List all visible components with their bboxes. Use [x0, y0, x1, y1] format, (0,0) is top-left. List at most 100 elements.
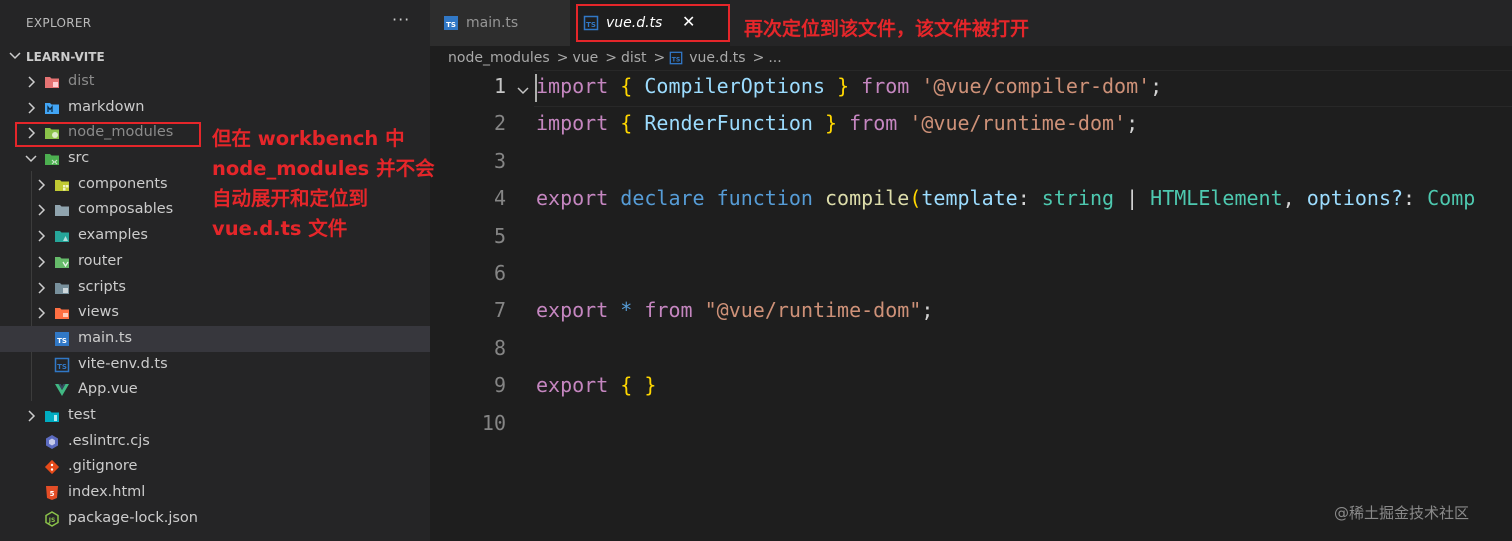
tree-item-label: composables: [78, 201, 174, 218]
code-text: export { }: [536, 373, 657, 398]
chevron-down-icon: [25, 155, 37, 163]
tree-item-label: markdown: [68, 98, 145, 115]
tab-main-ts[interactable]: TS main.ts: [430, 0, 570, 46]
code-line[interactable]: 6: [430, 257, 1512, 294]
code-line[interactable]: 8: [430, 332, 1512, 369]
workspace-root-label: LEARN-VITE: [26, 50, 105, 64]
code-text: import { RenderFunction } from '@vue/run…: [536, 111, 1139, 136]
nodejs-file-icon: JS: [45, 510, 59, 527]
chevron-right-icon: >: [653, 50, 666, 66]
code-text: import { CompilerOptions } from '@vue/co…: [536, 74, 1163, 98]
annotation-line: node_modules 并不会: [212, 157, 435, 180]
annotation-line: 但在 workbench 中: [212, 127, 405, 150]
tree-item-label: index.html: [68, 484, 146, 500]
tree-item-index-html[interactable]: 5 index.html: [0, 480, 430, 506]
tree-item-main-ts[interactable]: TS main.ts: [0, 325, 430, 352]
tree-item-gitignore[interactable]: .gitignore: [0, 454, 430, 480]
svg-text:TS: TS: [57, 363, 67, 371]
code-line[interactable]: 7 export * from "@vue/runtime-dom";: [430, 294, 1512, 331]
folder-examples-icon: [55, 231, 69, 243]
line-number: 8: [493, 335, 506, 360]
folder-router-icon: [55, 256, 69, 268]
line-number: 3: [493, 148, 506, 173]
tree-item-package-lock[interactable]: JS package-lock.json: [0, 506, 430, 532]
svg-text:5: 5: [50, 490, 55, 498]
highlight-box-node-modules: [15, 122, 201, 147]
workspace-root[interactable]: LEARN-VITE: [0, 46, 430, 68]
tree-item-eslintrc[interactable]: .eslintrc.cjs: [0, 429, 430, 455]
code-line[interactable]: 3: [430, 145, 1512, 182]
annotation-line: vue.d.ts 文件: [212, 217, 348, 240]
chevron-right-icon: [38, 281, 46, 294]
breadcrumb-item[interactable]: node_modules: [448, 50, 550, 66]
chevron-right-icon: [38, 230, 46, 242]
breadcrumb-symbol[interactable]: ...: [768, 50, 781, 66]
more-actions-button[interactable]: ···: [392, 10, 410, 29]
tab-label: main.ts: [466, 15, 519, 31]
tree-item-dist[interactable]: dist: [0, 69, 430, 95]
line-number: 6: [493, 261, 506, 285]
tree-item-router[interactable]: router: [0, 249, 430, 275]
line-number: 7: [493, 298, 506, 323]
folder-markdown-icon: [45, 102, 59, 114]
html-file-icon: 5: [46, 486, 58, 500]
chevron-right-icon: [38, 256, 46, 268]
tree-item-label: .eslintrc.cjs: [68, 432, 150, 449]
tree-item-label: examples: [78, 227, 148, 244]
folder-components-icon: [55, 179, 69, 191]
tree-item-label: views: [78, 304, 119, 321]
breadcrumb: node_modules > vue > dist > TS vue.d.ts > ..…: [448, 47, 785, 69]
tree-item-views[interactable]: views: [0, 300, 430, 326]
tree-item-vite-env[interactable]: TS vite-env.d.ts: [0, 352, 430, 378]
tree-item-scripts[interactable]: scripts: [0, 275, 430, 301]
code-line[interactable]: 1 import { CompilerOptions } from '@vue/…: [430, 70, 1512, 107]
code-line[interactable]: 9 export { }: [430, 369, 1512, 406]
chevron-right-icon: [38, 179, 46, 191]
folder-composables-icon: [55, 205, 69, 217]
watermark: @稀土掘金技术社区: [1334, 504, 1470, 522]
svg-text:TS: TS: [446, 21, 456, 29]
tree-item-label: components: [78, 175, 168, 192]
typescript-file-icon: TS: [55, 331, 69, 346]
tree-item-test[interactable]: test: [0, 403, 430, 429]
svg-text:JS: JS: [48, 517, 56, 524]
line-number: 9: [493, 373, 506, 398]
explorer-header: EXPLORER ···: [0, 0, 430, 46]
line-number: 4: [493, 186, 506, 211]
chevron-down-icon: [9, 52, 21, 60]
breadcrumb-item[interactable]: dist: [621, 50, 647, 66]
code-line[interactable]: 10: [430, 407, 1512, 444]
code-line[interactable]: 2 import { RenderFunction } from '@vue/r…: [430, 107, 1512, 144]
typescript-file-icon: TS: [444, 16, 458, 30]
tree-item-markdown[interactable]: markdown: [0, 95, 430, 121]
line-number: 2: [493, 111, 506, 136]
breadcrumb-item[interactable]: vue: [572, 50, 598, 66]
folder-src-icon: [45, 154, 59, 166]
folder-scripts-icon: [55, 282, 69, 294]
chevron-right-icon: [38, 204, 46, 216]
tree-item-label: scripts: [78, 278, 126, 295]
chevron-right-icon: [28, 76, 36, 88]
annotation-side-note: 但在 workbench 中 node_modules 并不会 自动展开和定位到…: [212, 124, 435, 244]
breadcrumb-file[interactable]: vue.d.ts: [689, 50, 745, 66]
tree-item-label: main.ts: [78, 329, 133, 346]
line-number: 10: [481, 410, 506, 435]
code-line[interactable]: 5: [430, 220, 1512, 257]
tree-item-label: test: [68, 406, 96, 423]
chevron-right-icon: >: [556, 50, 569, 66]
annotation-tab-note: 再次定位到该文件，该文件被打开: [744, 18, 1030, 40]
line-number: 1: [493, 74, 506, 98]
tree-item-label: App.vue: [78, 381, 138, 398]
tree-item-label: vite-env.d.ts: [78, 355, 168, 372]
chevron-right-icon: [38, 307, 46, 319]
chevron-right-icon: [28, 102, 36, 114]
vue-file-icon: [55, 384, 69, 397]
tree-item-app-vue[interactable]: App.vue: [0, 377, 430, 403]
code-editor[interactable]: 1 import { CompilerOptions } from '@vue/…: [430, 70, 1512, 541]
explorer-title: EXPLORER: [26, 16, 92, 30]
tree-item-label: dist: [68, 73, 95, 89]
chevron-right-icon: >: [605, 50, 617, 66]
fold-chevron-icon[interactable]: [516, 84, 530, 98]
code-line[interactable]: 4 export declare function compile(templa…: [430, 182, 1512, 219]
folder-views-icon: [55, 308, 69, 320]
